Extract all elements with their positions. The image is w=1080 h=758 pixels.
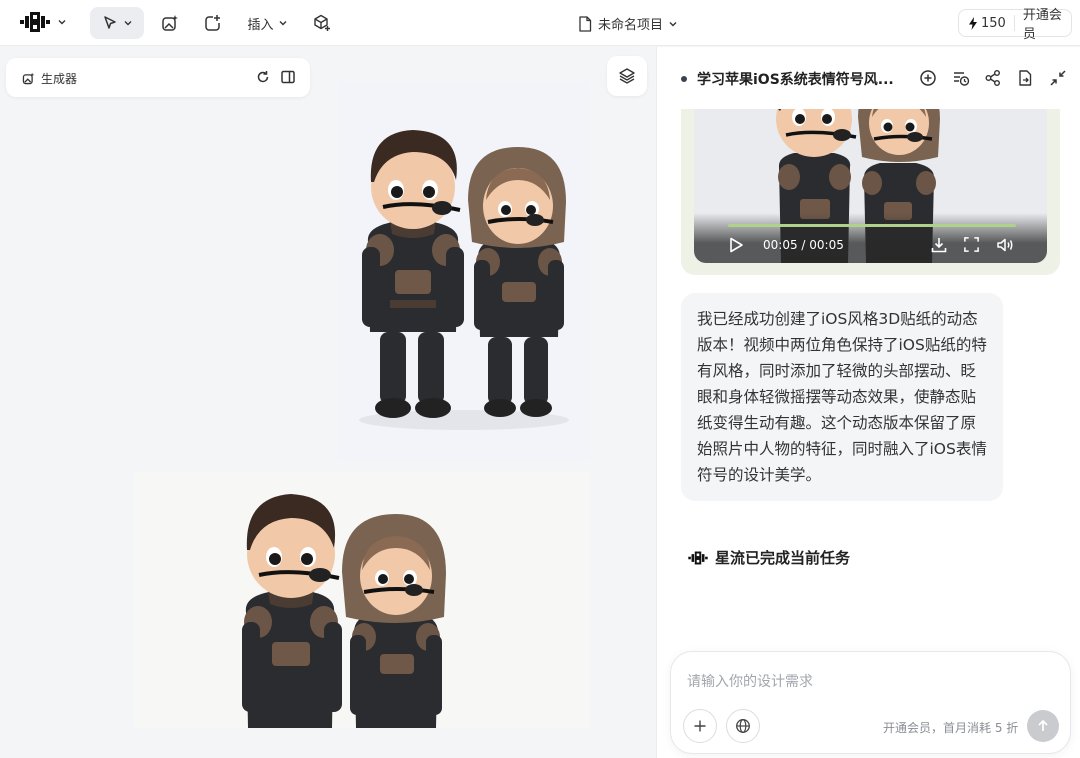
video-progress-bar[interactable] (728, 224, 1016, 227)
project-name-menu[interactable]: 未命名项目 (578, 14, 677, 33)
layers-button[interactable] (607, 56, 647, 96)
chevron-down-icon (58, 20, 66, 25)
canvas-image-landscape[interactable] (134, 472, 590, 728)
panel-toggle-icon[interactable] (280, 69, 296, 85)
send-button[interactable] (1027, 710, 1059, 742)
play-icon[interactable] (727, 236, 745, 254)
plus-icon (694, 720, 706, 732)
add-frame-button[interactable] (198, 7, 226, 39)
credits-value: 150 (981, 15, 1006, 31)
chat-title[interactable]: 学习苹果iOS系统表情符号风... (681, 69, 894, 89)
cube-plus-icon (314, 14, 330, 31)
file-icon (579, 15, 592, 32)
canvas-image-portrait[interactable] (338, 82, 590, 460)
new-chat-icon[interactable] (919, 69, 937, 87)
character-sticker-illustration (242, 494, 446, 728)
upgrade-button[interactable]: 开通会员 (1015, 4, 1071, 42)
credits-counter[interactable]: 150 (959, 15, 1015, 31)
assistant-message: 我已经成功创建了iOS风格3D贴纸的动态版本！视频中两位角色保持了iOS贴纸的特… (681, 293, 1003, 501)
3d-model-button[interactable] (308, 7, 336, 39)
volume-icon[interactable] (996, 236, 1014, 254)
task-complete-text: 星流已完成当前任务 (715, 549, 851, 567)
web-search-button[interactable] (726, 709, 760, 743)
collapse-icon[interactable] (1049, 69, 1067, 87)
chat-panel: 学习苹果iOS系统表情符号风... 00:05 / 00:05 我已经成功创建了… (656, 47, 1080, 758)
select-tool-button[interactable] (90, 7, 144, 39)
insert-label: 插入 (247, 17, 274, 33)
refresh-icon[interactable] (255, 69, 271, 85)
insert-menu-button[interactable]: 插入 (240, 7, 294, 39)
generator-label: 生成器 (41, 72, 78, 86)
lightning-icon (969, 16, 977, 30)
share-icon[interactable] (984, 69, 1002, 87)
task-complete-status: 星流已完成当前任务 (687, 547, 850, 568)
export-icon[interactable] (1016, 69, 1034, 87)
history-icon[interactable] (952, 69, 970, 87)
chevron-down-icon (669, 21, 677, 26)
top-toolbar: 插入 未命名项目 150 开通会员 (0, 0, 1080, 46)
chevron-down-icon (124, 21, 132, 26)
project-name: 未命名项目 (598, 18, 664, 33)
video-controls (694, 213, 1047, 263)
character-sticker-illustration (359, 130, 569, 430)
frame-plus-icon (205, 15, 220, 31)
chevron-down-icon (279, 21, 286, 26)
layers-icon (619, 68, 635, 84)
status-dot (681, 76, 687, 82)
download-icon[interactable] (930, 236, 948, 254)
generator-tab[interactable]: 生成器 (22, 70, 77, 87)
membership-hint[interactable]: 开通会员，首月消耗 5 折 (883, 719, 1018, 736)
app-logo-menu[interactable] (18, 12, 66, 32)
chat-input-placeholder[interactable]: 请输入你的设计需求 (687, 671, 813, 691)
credits-bar: 150 开通会员 (958, 8, 1072, 42)
chat-header: 学习苹果iOS系统表情符号风... (657, 47, 1080, 109)
arrow-up-icon (1038, 719, 1048, 731)
chat-input-box[interactable]: 请输入你的设计需求 开通会员，首月消耗 5 折 (670, 651, 1071, 754)
image-sparkle-icon (22, 72, 35, 85)
video-time: 00:05 / 00:05 (763, 238, 844, 252)
globe-icon (736, 719, 750, 733)
chat-title-text: 学习苹果iOS系统表情符号风... (697, 72, 894, 88)
video-result-card: 00:05 / 00:05 (681, 97, 1060, 275)
attach-button[interactable] (683, 709, 717, 743)
fullscreen-icon[interactable] (963, 236, 980, 253)
image-sparkle-icon (162, 15, 178, 31)
image-generate-button[interactable] (156, 7, 184, 39)
cursor-icon (104, 16, 116, 29)
generator-panel: 生成器 (6, 58, 310, 97)
logo-icon (688, 551, 708, 564)
video-player[interactable]: 00:05 / 00:05 (694, 97, 1047, 263)
logo-icon (20, 12, 50, 32)
